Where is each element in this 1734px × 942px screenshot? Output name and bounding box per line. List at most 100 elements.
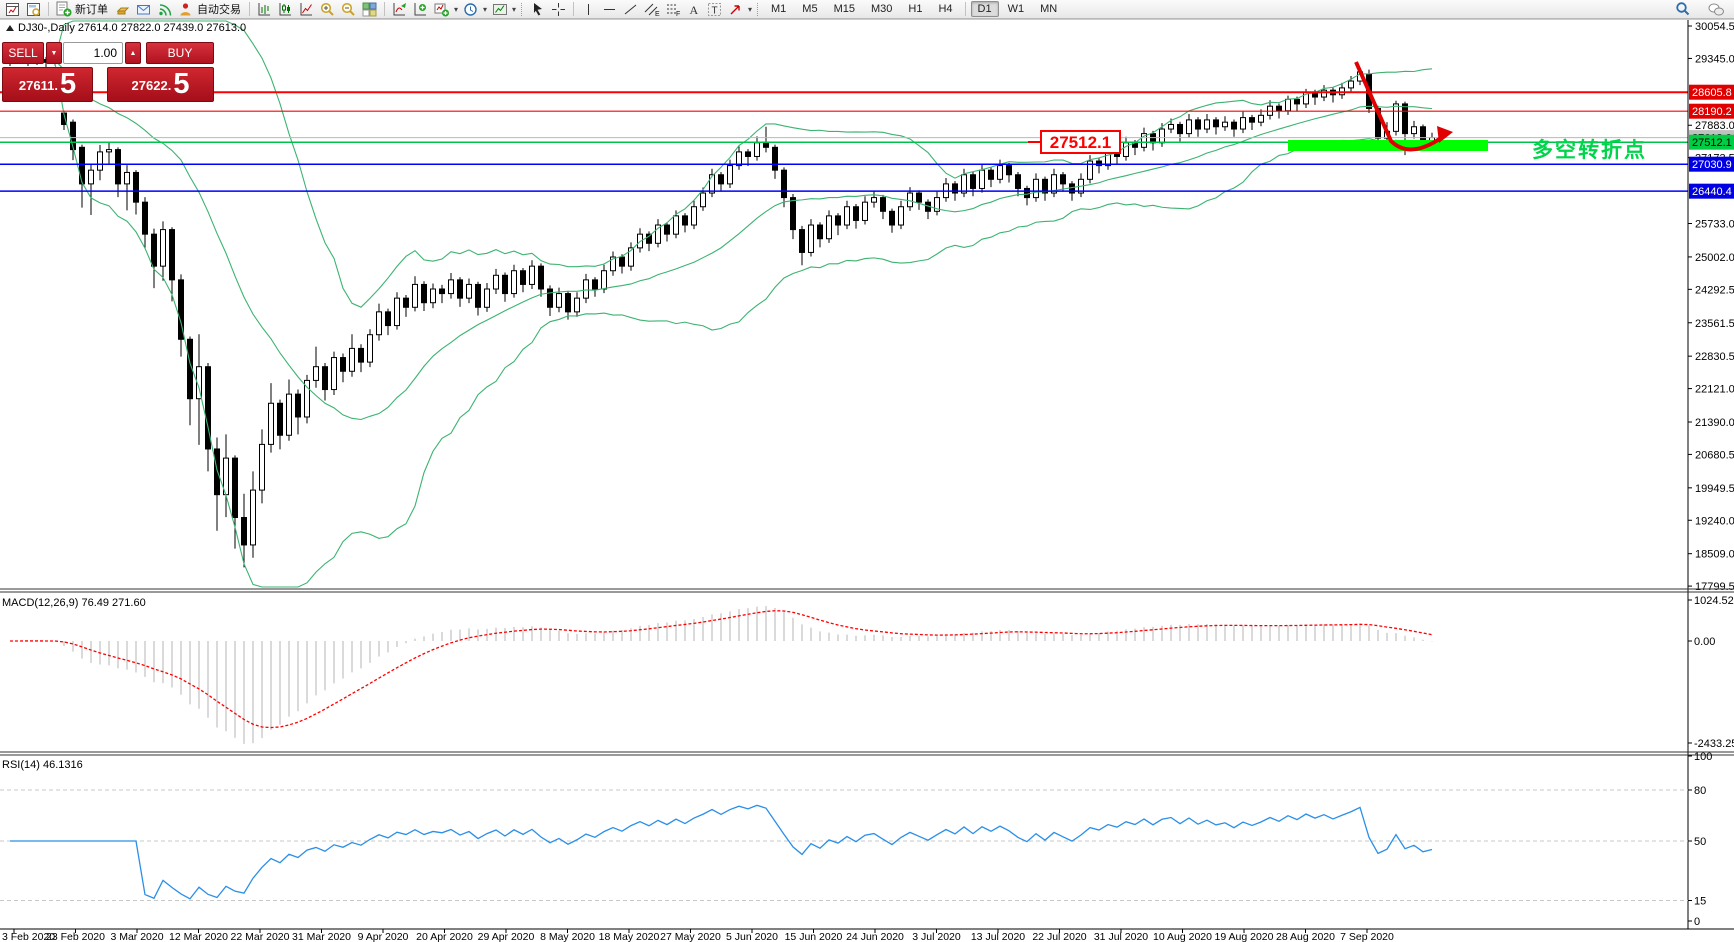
svg-text:15 Jun 2020: 15 Jun 2020 <box>785 931 843 942</box>
chart-preview-icon[interactable] <box>23 1 44 18</box>
horizontal-line-icon[interactable] <box>599 1 620 18</box>
templates-icon[interactable] <box>489 1 510 18</box>
search-icon[interactable] <box>1672 1 1693 18</box>
zoom-out-icon[interactable] <box>338 1 359 18</box>
svg-text:3 Mar 2020: 3 Mar 2020 <box>110 931 163 942</box>
sell-price-main: 27611. <box>18 78 58 93</box>
price-chart[interactable]: 27512.1多空转折点30054.529345.027883.027173.5… <box>0 0 1734 942</box>
svg-text:7 Sep 2020: 7 Sep 2020 <box>1340 931 1394 942</box>
buy-button[interactable]: BUY <box>146 42 214 64</box>
svg-text:22830.5: 22830.5 <box>1695 351 1734 363</box>
bar-chart-icon[interactable] <box>254 1 275 18</box>
svg-text:0.00: 0.00 <box>1694 636 1715 648</box>
svg-text:25733.0: 25733.0 <box>1695 219 1734 231</box>
equidistant-channel-icon[interactable]: E <box>641 1 662 18</box>
svg-text:24292.5: 24292.5 <box>1695 284 1734 296</box>
templates-caret[interactable]: ▾ <box>510 5 518 14</box>
svg-text:31 Mar 2020: 31 Mar 2020 <box>292 931 351 942</box>
candlestick-chart-icon[interactable] <box>275 1 296 18</box>
svg-text:28605.8: 28605.8 <box>1692 87 1732 99</box>
line-chart-icon[interactable] <box>296 1 317 18</box>
trendline-icon[interactable] <box>620 1 641 18</box>
autotrading-label[interactable]: 自动交易 <box>197 1 241 17</box>
volume-increase-button[interactable]: ▲ <box>125 42 141 64</box>
svg-text:30054.5: 30054.5 <box>1695 21 1734 33</box>
vertical-line-icon[interactable] <box>578 1 599 18</box>
svg-text:10 Aug 2020: 10 Aug 2020 <box>1153 931 1212 942</box>
arrows-caret[interactable]: ▾ <box>746 5 754 14</box>
support-highlight-bar <box>1288 140 1488 151</box>
svg-text:27512.1: 27512.1 <box>1050 133 1111 152</box>
new-order-icon[interactable] <box>53 1 74 18</box>
tab-timeframe-m30[interactable]: M30 <box>864 1 899 17</box>
cursor-icon[interactable] <box>527 1 548 18</box>
buy-price-box[interactable]: 27622. 5 <box>107 67 214 102</box>
svg-text:18 May 2020: 18 May 2020 <box>599 931 660 942</box>
svg-text:26440.4: 26440.4 <box>1692 186 1732 198</box>
tab-timeframe-d1[interactable]: D1 <box>970 1 999 17</box>
svg-text:3 Jul 2020: 3 Jul 2020 <box>912 931 961 942</box>
text-label-icon[interactable]: T <box>704 1 725 18</box>
tab-timeframe-m1[interactable]: M1 <box>764 1 793 17</box>
periods-caret[interactable]: ▾ <box>481 5 489 14</box>
svg-text:29 Apr 2020: 29 Apr 2020 <box>478 931 535 942</box>
macd-label: MACD(12,26,9) 76.49 271.60 <box>2 597 146 609</box>
tab-timeframe-w1[interactable]: W1 <box>1001 1 1032 17</box>
periods-icon[interactable] <box>460 1 481 18</box>
new-chart-caret[interactable]: ▾ <box>452 5 460 14</box>
tab-timeframe-m5[interactable]: M5 <box>795 1 824 17</box>
indicators-icon[interactable] <box>389 1 410 18</box>
sell-price-big-digit: 5 <box>59 68 77 100</box>
tab-timeframe-mn[interactable]: MN <box>1033 1 1064 17</box>
sell-button[interactable]: SELL <box>2 42 44 64</box>
volume-decrease-button[interactable]: ▼ <box>46 42 62 64</box>
svg-text:19 Aug 2020: 19 Aug 2020 <box>1215 931 1274 942</box>
tile-windows-icon[interactable] <box>359 1 380 18</box>
svg-text:50: 50 <box>1694 836 1706 848</box>
tab-timeframe-h4[interactable]: H4 <box>931 1 959 17</box>
volume-input[interactable] <box>63 42 123 64</box>
community-icon[interactable] <box>133 1 154 18</box>
tab-timeframe-m15[interactable]: M15 <box>827 1 862 17</box>
chat-icon[interactable] <box>1705 1 1726 18</box>
fibonacci-icon[interactable]: F <box>662 1 683 18</box>
text-icon[interactable]: A <box>683 1 704 18</box>
new-chart-icon[interactable] <box>431 1 452 18</box>
svg-text:28190.2: 28190.2 <box>1692 106 1732 118</box>
svg-text:18509.0: 18509.0 <box>1695 549 1734 561</box>
one-click-trading-panel: SELL ▼ ▲ BUY 27611. 5 27622. 5 <box>2 42 214 102</box>
turning-point-label: 多空转折点 <box>1532 138 1647 162</box>
svg-text:15: 15 <box>1694 896 1706 908</box>
svg-text:20 Apr 2020: 20 Apr 2020 <box>416 931 473 942</box>
svg-text:31 Jul 2020: 31 Jul 2020 <box>1094 931 1148 942</box>
new-order-label[interactable]: 新订单 <box>75 1 108 17</box>
sell-price-box[interactable]: 27611. 5 <box>2 67 93 102</box>
svg-text:22 Jul 2020: 22 Jul 2020 <box>1032 931 1086 942</box>
autotrading-icon[interactable] <box>175 1 196 18</box>
svg-text:25002.0: 25002.0 <box>1695 252 1734 264</box>
svg-text:8 May 2020: 8 May 2020 <box>540 931 595 942</box>
crosshair-icon[interactable] <box>548 1 569 18</box>
buy-price-big-digit: 5 <box>173 68 190 100</box>
collapse-panel-icon[interactable] <box>6 25 14 31</box>
chart-window-icon[interactable] <box>2 1 23 18</box>
signals-icon[interactable] <box>154 1 175 18</box>
mt4-window: 新订单 自动交易 ▾ ▾ ▾ E F A T ▾ M1 M5 M15 M30 H… <box>0 0 1734 942</box>
tab-timeframe-h1[interactable]: H1 <box>901 1 929 17</box>
zoom-in-icon[interactable] <box>317 1 338 18</box>
svg-text:19949.5: 19949.5 <box>1695 483 1734 495</box>
add-indicator-icon[interactable] <box>410 1 431 18</box>
svg-text:17799.5: 17799.5 <box>1695 581 1734 593</box>
svg-text:29345.0: 29345.0 <box>1695 53 1734 65</box>
arrows-icon[interactable] <box>725 1 746 18</box>
svg-text:-2433.25: -2433.25 <box>1694 738 1734 750</box>
svg-text:E: E <box>655 11 660 17</box>
svg-text:A: A <box>690 3 699 17</box>
svg-text:F: F <box>676 11 680 17</box>
svg-text:21390.0: 21390.0 <box>1695 417 1734 429</box>
svg-text:23 Feb 2020: 23 Feb 2020 <box>46 931 105 942</box>
svg-text:19240.0: 19240.0 <box>1695 515 1734 527</box>
market-icon[interactable] <box>112 1 133 18</box>
svg-text:100: 100 <box>1694 751 1712 763</box>
svg-text:20680.5: 20680.5 <box>1695 449 1734 461</box>
